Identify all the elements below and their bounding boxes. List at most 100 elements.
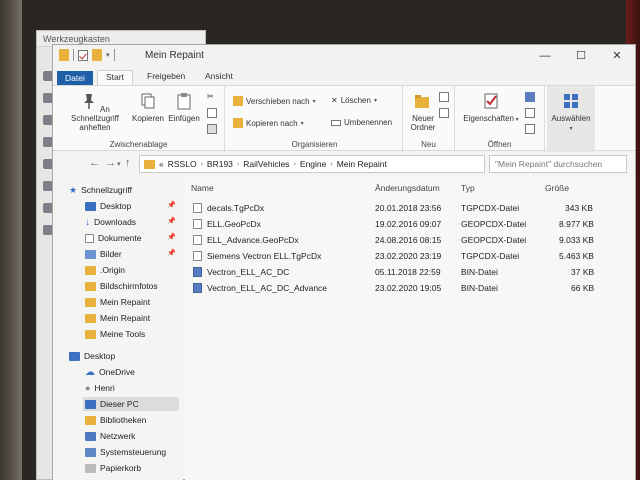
easy-access-button[interactable] (439, 108, 449, 118)
chevron-down-icon[interactable]: ▾ (106, 51, 110, 59)
edit-button[interactable] (525, 108, 535, 118)
delete-button[interactable]: ✕ Löschen ▾ (331, 96, 377, 105)
new-folder-button[interactable]: Neuer Ordner (405, 92, 441, 132)
history-button[interactable] (525, 124, 535, 134)
table-row[interactable]: ELL_Advance.GeoPcDx 24.08.2016 08:15 GEO… (193, 233, 613, 247)
pin-icon[interactable]: 📌 (167, 249, 176, 257)
copy-to-button[interactable]: Kopieren nach ▾ (233, 118, 304, 128)
paste-shortcut-button[interactable] (207, 124, 217, 134)
group-open: Eigenschaften ▾ Öffnen (455, 86, 545, 152)
column-header-name[interactable]: Name (191, 183, 214, 193)
window-controls: — ☐ ✕ (527, 45, 635, 67)
sidebar-item-systemsteuerung[interactable]: Systemsteuerung (85, 445, 166, 459)
document-icon (207, 108, 217, 118)
breadcrumb-separator-icon[interactable]: › (294, 161, 296, 168)
pin-quick-access-button[interactable]: An Schnellzugriff anheften (59, 92, 131, 132)
rename-button[interactable]: Umbenennen (331, 118, 392, 127)
table-row[interactable]: Vectron_ELL_AC_DC_Advance 23.02.2020 19:… (193, 281, 613, 295)
select-button[interactable]: Auswählen ▾ (549, 92, 593, 134)
rename-icon (331, 119, 341, 126)
sidebar-item-bildschirmfotos[interactable]: Bildschirmfotos (85, 279, 158, 293)
breadcrumb-overflow[interactable]: « (159, 159, 164, 169)
breadcrumb-separator-icon[interactable]: › (330, 161, 332, 168)
tab-freigeben[interactable]: Freigeben (139, 70, 193, 85)
sidebar-item-netzwerk[interactable]: Netzwerk (85, 429, 135, 443)
column-header-type[interactable]: Typ (461, 183, 475, 193)
sidebar-item-mein-repaint[interactable]: Mein Repaint (85, 295, 150, 309)
sidebar-item-bibliotheken[interactable]: Bibliotheken (85, 413, 146, 427)
new-item-icon (439, 92, 449, 102)
forward-arrow-icon[interactable]: → (105, 157, 116, 169)
tab-start[interactable]: Start (97, 70, 133, 85)
table-row[interactable]: decals.TgPcDx 20.01.2018 23:56 TGPCDX-Da… (193, 201, 613, 215)
properties-button[interactable]: Eigenschaften ▾ (461, 92, 521, 125)
sidebar-item-desktop[interactable]: Desktop (85, 199, 131, 213)
folder-icon (85, 329, 96, 339)
explorer-window[interactable]: ▾ Mein Repaint — ☐ ✕ Datei Start Freigeb… (52, 44, 636, 480)
network-icon (85, 431, 96, 441)
breadcrumb-separator-icon[interactable]: › (201, 161, 203, 168)
table-row[interactable]: ELL.GeoPcDx 19.02.2016 09:07 GEOPCDX-Dat… (193, 217, 613, 231)
folder-icon (59, 49, 69, 61)
sidebar-item-meine-tools[interactable]: Meine Tools (85, 327, 145, 341)
title-bar[interactable]: ▾ Mein Repaint — ☐ ✕ (53, 45, 635, 67)
new-item-button[interactable] (439, 92, 449, 102)
sidebar-item-henri[interactable]: ● Henri (85, 381, 115, 395)
select-grid-icon (564, 94, 578, 108)
sidebar-item-dokumente[interactable]: Dokumente (85, 231, 141, 245)
column-header-date[interactable]: Änderungsdatum (375, 183, 440, 193)
sidebar-item-bilder[interactable]: Bilder (85, 247, 122, 261)
ribbon: An Schnellzugriff anheften Kopieren Einf… (53, 85, 635, 152)
copy-icon (141, 93, 155, 109)
properties-check-icon (484, 93, 498, 109)
column-header-size[interactable]: Größe (545, 183, 569, 193)
sidebar-item-onedrive[interactable]: ☁ OneDrive (85, 365, 135, 379)
back-arrow-icon[interactable]: ← (89, 157, 100, 169)
address-bar[interactable]: « RSSLO › BR193 › RailVehicles › Engine … (139, 155, 485, 173)
breadcrumb-mein-repaint[interactable]: Mein Repaint (337, 159, 387, 169)
copy-path-button[interactable] (207, 108, 217, 118)
open-button[interactable] (525, 92, 535, 102)
breadcrumb-br193[interactable]: BR193 (207, 159, 233, 169)
table-row[interactable]: Vectron_ELL_AC_DC 05.11.2018 22:59 BIN-D… (193, 265, 613, 279)
close-button[interactable]: ✕ (599, 45, 635, 67)
sidebar-item-mein-repaint-2[interactable]: Mein Repaint (85, 311, 150, 325)
breadcrumb-railvehicles[interactable]: RailVehicles (243, 159, 289, 169)
sidebar-item-papierkorb[interactable]: Papierkorb (85, 461, 141, 475)
sidebar-item-origin[interactable]: .Origin (85, 263, 125, 277)
up-arrow-icon[interactable]: ↑ (125, 157, 131, 169)
group-select: Auswählen ▾ (547, 86, 595, 152)
breadcrumb-rsslo[interactable]: RSSLO (168, 159, 197, 169)
file-type: TGPCDX-Datei (461, 203, 520, 213)
sidebar-item-dieser-pc[interactable]: Dieser PC (83, 397, 179, 411)
libraries-icon (85, 415, 96, 425)
tab-ansicht[interactable]: Ansicht (197, 70, 241, 85)
maximize-button[interactable]: ☐ (563, 45, 599, 67)
pin-icon[interactable]: 📌 (167, 217, 176, 225)
sidebar-item-schnellzugriff[interactable]: ★ Schnellzugriff (69, 183, 132, 197)
search-input[interactable]: "Mein Repaint" durchsuchen (489, 155, 627, 173)
file-name: ELL.GeoPcDx (207, 219, 261, 229)
recent-chevron-icon[interactable]: ▾ (117, 160, 121, 168)
sidebar-item-desktop-root[interactable]: Desktop (69, 349, 115, 363)
paste-button[interactable]: Einfügen (167, 92, 201, 123)
file-list: Name Änderungsdatum Typ Größe decals.TgP… (185, 177, 635, 480)
sidebar-item-downloads[interactable]: ↓ Downloads (85, 215, 136, 229)
new-folder-icon[interactable] (92, 49, 102, 61)
ribbon-tabs: Datei Start Freigeben Ansicht (53, 67, 635, 85)
pin-icon[interactable]: 📌 (167, 233, 176, 241)
file-date: 05.11.2018 22:59 (375, 267, 441, 277)
minimize-button[interactable]: — (527, 45, 563, 67)
file-date: 23.02.2020 19:05 (375, 283, 442, 293)
properties-icon[interactable] (78, 49, 88, 61)
copy-button[interactable]: Kopieren (131, 92, 165, 123)
pin-icon[interactable]: 📌 (167, 201, 176, 209)
breadcrumb-engine[interactable]: Engine (300, 159, 326, 169)
move-to-button[interactable]: Verschieben nach ▾ (233, 96, 316, 106)
cut-button[interactable]: ✂ (207, 92, 214, 101)
breadcrumb-separator-icon[interactable]: › (237, 161, 239, 168)
file-name: Vectron_ELL_AC_DC_Advance (207, 283, 328, 293)
file-name: decals.TgPcDx (207, 203, 265, 213)
table-row[interactable]: Siemens Vectron ELL.TgPcDx 23.02.2020 23… (193, 249, 613, 263)
tab-datei[interactable]: Datei (57, 71, 93, 85)
